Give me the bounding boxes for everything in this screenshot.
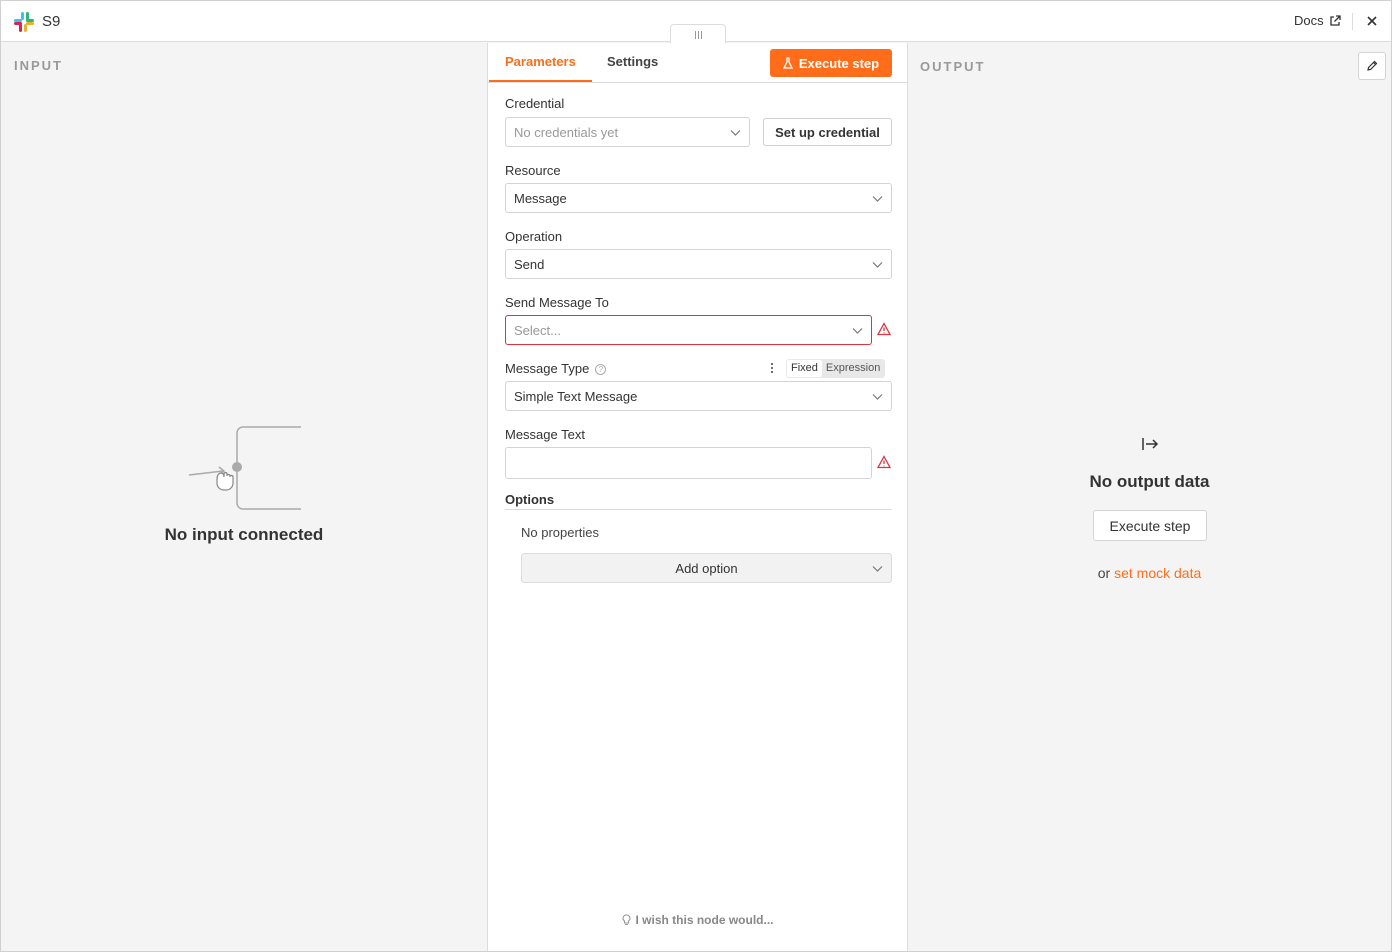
mode-expression-option[interactable]: Expression [822,360,884,377]
credential-select[interactable]: No credentials yet [505,117,750,147]
mock-data-line: or set mock data [908,565,1391,581]
credential-placeholder: No credentials yet [514,124,619,140]
help-icon[interactable]: ? [595,364,607,376]
resource-select[interactable]: Message [505,183,892,213]
output-execute-step-button[interactable]: Execute step [1093,510,1207,541]
pencil-icon [1367,60,1378,71]
execute-step-label: Execute step [798,55,880,71]
more-options-icon[interactable] [768,361,776,375]
output-panel-label: OUTPUT [920,59,986,74]
no-input-text: No input connected [164,525,324,544]
message-type-select[interactable]: Simple Text Message [505,381,892,411]
feedback-label: I wish this node would... [635,913,774,927]
arrow-right-to-line-icon [1142,438,1159,450]
docs-label: Docs [1294,13,1324,28]
chevron-down-icon [872,394,883,400]
message-type-value: Simple Text Message [514,388,638,404]
add-option-button[interactable]: Add option [521,553,892,583]
fixed-expression-toggle: Fixed Expression [786,359,886,378]
setup-credential-button[interactable]: Set up credential [763,118,892,146]
chevron-down-icon [730,130,741,136]
tab-parameters[interactable]: Parameters [489,43,592,82]
panel-drag-handle[interactable] [670,24,726,44]
operation-label: Operation [505,229,563,244]
close-button[interactable] [1363,12,1381,30]
edit-output-button[interactable] [1358,52,1386,80]
operation-value: Send [514,256,545,272]
message-type-label: Message Type? [505,361,607,376]
chevron-down-icon [872,262,883,268]
input-panel-label: INPUT [14,58,63,73]
docs-link[interactable]: Docs [1294,13,1341,28]
no-output-title: No output data [1089,472,1210,491]
send-to-label: Send Message To [505,295,609,310]
execute-step-button[interactable]: Execute step [770,49,892,77]
chevron-down-icon [872,196,883,202]
resource-value: Message [514,190,567,206]
no-properties-text: No properties [521,525,600,540]
message-text-input[interactable] [505,447,872,479]
send-to-select[interactable]: Select... [505,315,872,345]
warning-icon [877,322,891,336]
slack-logo-icon [14,12,34,32]
resource-label: Resource [505,163,561,178]
parameters-panel: Parameters Settings Execute step Credent… [487,43,908,951]
chevron-down-icon [872,566,883,572]
message-text-label: Message Text [505,427,585,442]
operation-select[interactable]: Send [505,249,892,279]
add-option-label: Add option [675,560,738,576]
tab-settings[interactable]: Settings [591,43,674,82]
flask-icon [782,57,793,69]
mode-fixed-option[interactable]: Fixed [787,360,822,377]
node-title[interactable]: S9 [42,13,60,30]
no-input-illustration-icon [188,426,301,510]
lightbulb-icon [622,914,630,926]
input-panel: INPUT No input connected [1,43,487,951]
chevron-down-icon [852,328,863,334]
options-label: Options [505,492,555,507]
set-mock-data-link[interactable]: set mock data [1114,565,1201,581]
credential-label: Credential [505,96,565,111]
send-to-placeholder: Select... [514,322,561,338]
message-type-label-text: Message Type [505,361,590,376]
node-header: S9 Docs [1,1,1391,44]
feedback-link[interactable]: I wish this node would... [488,913,907,927]
external-link-icon [1329,14,1341,26]
header-divider [1352,13,1353,30]
or-text: or [1097,565,1111,581]
output-panel: OUTPUT No output data Execute step or se… [908,43,1391,951]
warning-icon [877,455,891,469]
close-icon [1367,16,1377,26]
node-details-window: S9 Docs INPUT No input connected Paramet… [0,0,1392,952]
options-divider [505,509,892,510]
parameters-tabs: Parameters Settings Execute step [488,43,907,83]
